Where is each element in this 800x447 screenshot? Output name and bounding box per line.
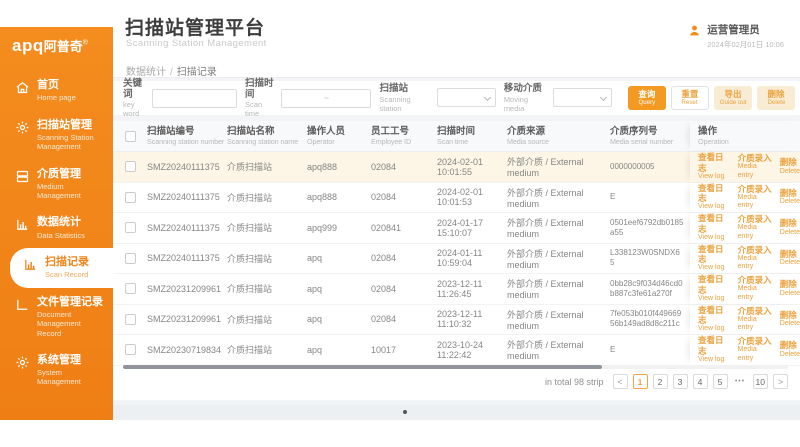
horizontal-scrollbar[interactable]: [123, 365, 788, 369]
page-button-4[interactable]: 4: [693, 374, 708, 389]
row-checkbox[interactable]: [125, 253, 136, 264]
media-entry-link[interactable]: 介质录入Media entry: [738, 336, 773, 363]
gear-icon: [15, 355, 30, 370]
table-header-row: 扫描站编号Scanning station number 扫描站名称Scanni…: [113, 121, 800, 152]
row-checkbox[interactable]: [125, 314, 136, 325]
table-row[interactable]: SMZ20231209961 介质扫描站 apq 02084 2023-12-1…: [113, 274, 800, 305]
user-menu[interactable]: 运营管理员 2024年02月01日 10:06: [688, 22, 784, 50]
delete-button[interactable]: 删除Delete: [757, 86, 795, 110]
row-checkbox[interactable]: [125, 161, 136, 172]
filter-scan-time: 扫描时间Scan time: [245, 78, 371, 119]
sidebar-item-data-statistics[interactable]: 数据统计Data Statistics: [0, 208, 113, 248]
bottom-scrollbar-handle[interactable]: [403, 410, 407, 414]
media-entry-link[interactable]: 介质录入Media entry: [738, 275, 773, 302]
scatter-chart-icon: [15, 297, 30, 312]
table-row[interactable]: SMZ20230719834 介质扫描站 apq 10017 2023-10-2…: [113, 335, 800, 366]
filter-bar: 关键词key word 扫描时间Scan time 扫描站Scanning st…: [113, 81, 800, 115]
filter-keyword: 关键词key word: [123, 78, 237, 119]
breadcrumb-parent[interactable]: 数据统计: [126, 67, 166, 78]
filter-scanning-station: 扫描站Scanning station: [379, 83, 495, 112]
chevron-down-icon: [484, 94, 491, 101]
view-log-link[interactable]: 查看日志View log: [698, 274, 731, 303]
row-checkbox[interactable]: [125, 344, 136, 355]
view-log-link[interactable]: 查看日志View log: [698, 335, 731, 364]
view-log-link[interactable]: 查看日志View log: [698, 183, 731, 212]
page-button-1[interactable]: 1: [633, 374, 648, 389]
reset-button[interactable]: 重置Reset: [671, 86, 709, 110]
scan-record-table: 扫描站编号Scanning station number 扫描站名称Scanni…: [113, 121, 800, 400]
table-row[interactable]: SMZ20240111375 介质扫描站 apq999 020841 2024-…: [113, 213, 800, 244]
next-page-button[interactable]: >: [773, 374, 788, 389]
table-row[interactable]: SMZ20240111375 介质扫描站 apq888 02084 2024-0…: [113, 152, 800, 183]
delete-link[interactable]: 删除Delete: [780, 188, 800, 207]
page-button-2[interactable]: 2: [653, 374, 668, 389]
table-row[interactable]: SMZ20231209961 介质扫描站 apq 02084 2023-12-1…: [113, 305, 800, 336]
media-entry-link[interactable]: 介质录入Media entry: [738, 306, 773, 333]
user-name: 运营管理员: [707, 22, 784, 37]
media-entry-link[interactable]: 介质录入Media entry: [738, 214, 773, 241]
sidebar-item-scanning-station-management[interactable]: 扫描站管理Scanning Station Management: [0, 111, 113, 160]
brand-logo: apq阿普奇®: [0, 27, 113, 65]
filter-moving-media: 移动介质Moving media: [504, 83, 612, 112]
page-subtitle: Scanning Station Management: [126, 38, 267, 49]
page-button-3[interactable]: 3: [673, 374, 688, 389]
table-row[interactable]: SMZ20240111375 介质扫描站 apq888 02084 2024-0…: [113, 183, 800, 214]
chevron-down-icon: [600, 94, 607, 101]
keyword-input[interactable]: [152, 89, 237, 108]
scan-time-input[interactable]: [281, 89, 371, 108]
prev-page-button[interactable]: <: [613, 374, 628, 389]
delete-link[interactable]: 删除Delete: [780, 249, 800, 268]
bar-chart-icon: [23, 257, 38, 272]
delete-link[interactable]: 删除Delete: [780, 218, 800, 237]
delete-link[interactable]: 删除Delete: [780, 310, 800, 329]
query-button[interactable]: 查询Query: [628, 86, 666, 110]
sidebar-item-scan-record[interactable]: 扫描记录Scan Record: [10, 248, 113, 288]
user-icon: [688, 24, 701, 37]
breadcrumb-current: 扫描记录: [177, 67, 217, 78]
header-datetime: 2024年02月01日 10:06: [707, 39, 784, 50]
select-all-checkbox[interactable]: [125, 131, 136, 142]
media-entry-link[interactable]: 介质录入Media entry: [738, 153, 773, 180]
page-button-10[interactable]: 10: [753, 374, 768, 389]
bar-chart-icon: [15, 217, 30, 232]
media-entry-link[interactable]: 介质录入Media entry: [738, 184, 773, 211]
delete-link[interactable]: 删除Delete: [780, 340, 800, 359]
server-icon: [15, 169, 30, 184]
header: 扫描站管理平台 Scanning Station Management 运营管理…: [113, 0, 800, 60]
page-button-5[interactable]: 5: [713, 374, 728, 389]
gear-icon: [15, 120, 30, 135]
sidebar: apq阿普奇® 首页Home page 扫描站管理Scanning Statio…: [0, 27, 113, 420]
sidebar-item-system-management[interactable]: 系统管理System Management: [0, 346, 113, 395]
breadcrumb: 数据统计/扫描记录: [126, 63, 217, 78]
sidebar-item-home[interactable]: 首页Home page: [0, 71, 113, 111]
pagination: in total 98 strip < 1 2 3 4 5 ••• 10 >: [545, 374, 788, 389]
page-ellipsis[interactable]: •••: [733, 374, 748, 389]
table-row[interactable]: SMZ20240111375 介质扫描站 apq 02084 2024-01-1…: [113, 244, 800, 275]
app-window: 扫描站管理平台 Scanning Station Management 运营管理…: [0, 0, 800, 447]
scrollbar-thumb[interactable]: [123, 365, 602, 369]
sidebar-item-medium-management[interactable]: 介质管理Medium Management: [0, 160, 113, 209]
view-log-link[interactable]: 查看日志View log: [698, 152, 731, 181]
sidebar-nav: 首页Home page 扫描站管理Scanning Station Manage…: [0, 71, 113, 395]
moving-media-select[interactable]: [553, 88, 612, 107]
scanning-station-select[interactable]: [437, 88, 496, 107]
pagination-total: in total 98 strip: [545, 377, 604, 387]
sidebar-item-document-management-record[interactable]: 文件管理记录Document Management Record: [0, 288, 113, 346]
row-checkbox[interactable]: [125, 192, 136, 203]
view-log-link[interactable]: 查看日志View log: [698, 244, 731, 273]
delete-link[interactable]: 删除Delete: [780, 157, 800, 176]
view-log-link[interactable]: 查看日志View log: [698, 305, 731, 334]
row-checkbox[interactable]: [125, 283, 136, 294]
export-button[interactable]: 导出Guide out: [714, 86, 752, 110]
home-icon: [15, 80, 30, 95]
row-checkbox[interactable]: [125, 222, 136, 233]
delete-link[interactable]: 删除Delete: [780, 279, 800, 298]
page-title: 扫描站管理平台: [125, 13, 265, 40]
media-entry-link[interactable]: 介质录入Media entry: [738, 245, 773, 272]
bottom-scrollbar-track[interactable]: [113, 405, 800, 420]
view-log-link[interactable]: 查看日志View log: [698, 213, 731, 242]
